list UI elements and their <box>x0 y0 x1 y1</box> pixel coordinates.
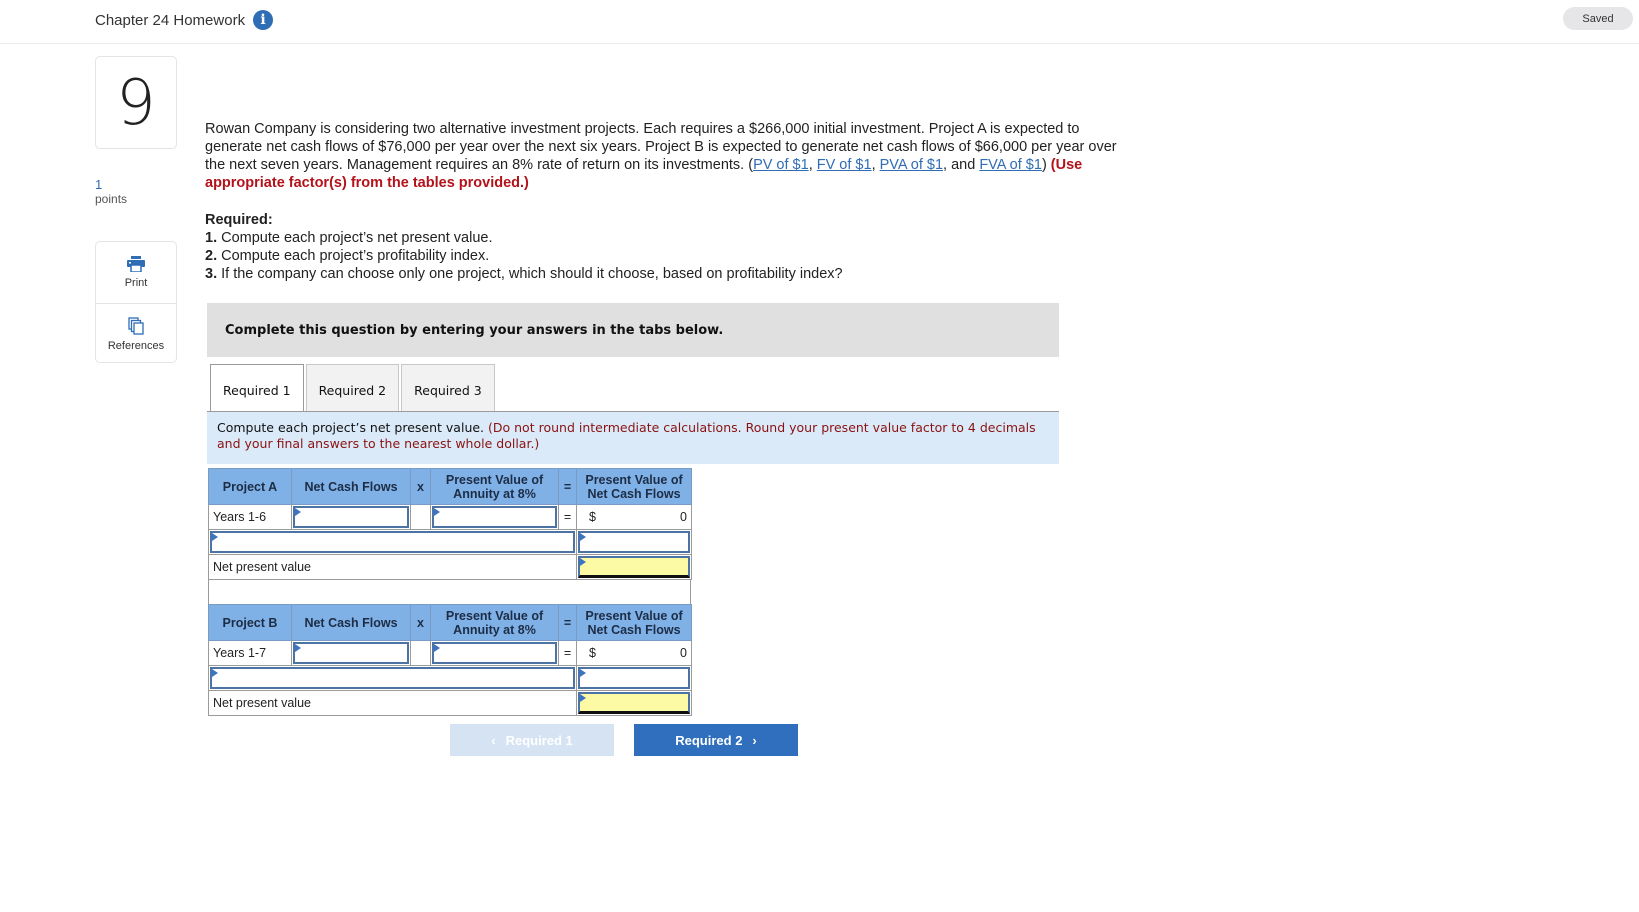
header-pv-ncf: Present Value of Net Cash Flows <box>576 604 692 641</box>
print-label: Print <box>124 277 148 289</box>
times-cell <box>410 640 431 666</box>
project-b-table: Project B Net Cash Flows x Present Value… <box>208 604 692 716</box>
separator: , and <box>943 157 980 173</box>
required-list: Required: 1. Compute each project’s net … <box>205 211 843 283</box>
extra-label-input[interactable] <box>208 529 577 555</box>
header-row: Project B Net Cash Flows x Present Value… <box>208 604 692 641</box>
currency-symbol: $ <box>589 510 596 524</box>
npv-label: Net present value <box>208 554 577 580</box>
points-label: points <box>95 192 128 206</box>
separator: ) <box>1041 157 1051 173</box>
net-cash-flows-input[interactable] <box>291 640 411 666</box>
header-times: x <box>410 468 431 505</box>
row-label: Years 1-7 <box>208 640 292 666</box>
table-row <box>208 529 692 555</box>
header-pv-annuity: Present Value of Annuity at 8% <box>430 468 559 505</box>
project-a-table: Project A Net Cash Flows x Present Value… <box>208 468 692 580</box>
currency-symbol: $ <box>589 646 596 660</box>
previous-label: Required 1 <box>505 732 573 748</box>
pva-of-1-link[interactable]: PVA of $1 <box>880 157 943 173</box>
assignment-title: Chapter 24 Homework i <box>95 10 274 30</box>
equals-sign: = <box>558 640 577 666</box>
required-item: 1. Compute each project’s net present va… <box>205 229 843 247</box>
pv-factor-input[interactable] <box>430 640 559 666</box>
extra-label-input[interactable] <box>208 665 577 691</box>
table-row: Years 1-7 = $0 <box>208 640 692 666</box>
tab-navigation: ‹ Required 1 Required 2 › <box>450 724 798 756</box>
pv-of-1-link[interactable]: PV of $1 <box>753 157 809 173</box>
table-row <box>208 665 692 691</box>
tab-directions: Compute each project’s net present value… <box>207 412 1059 464</box>
tab-required-1[interactable]: Required 1 <box>210 364 304 412</box>
header-row: Project A Net Cash Flows x Present Value… <box>208 468 692 505</box>
table-spacer <box>208 580 691 604</box>
required-item-number: 2. <box>205 248 218 264</box>
assignment-title-text: Chapter 24 Homework <box>95 11 246 29</box>
project-name: Project A <box>208 468 292 505</box>
row-label: Years 1-6 <box>208 504 292 530</box>
points-info: 1 points <box>95 177 127 207</box>
top-bar: Chapter 24 Homework i Saved <box>0 0 1639 44</box>
header-equals: = <box>558 604 577 641</box>
required-item-number: 3. <box>205 266 218 282</box>
pv-factor-input[interactable] <box>430 504 559 530</box>
pv-ncf-cell: $0 <box>576 504 692 530</box>
separator: , <box>871 157 880 173</box>
fv-of-1-link[interactable]: FV of $1 <box>817 157 872 173</box>
chevron-left-icon: ‹ <box>491 732 496 748</box>
tab-bar: Required 1 Required 2 Required 3 <box>210 364 495 412</box>
header-equals: = <box>558 468 577 505</box>
required-item: 3. If the company can choose only one pr… <box>205 265 843 283</box>
tool-panel: Print References <box>95 241 177 363</box>
next-button[interactable]: Required 2 › <box>634 724 798 756</box>
table-row: Years 1-6 = $0 <box>208 504 692 530</box>
pv-ncf-cell: $0 <box>576 640 692 666</box>
header-pv-annuity: Present Value of Annuity at 8% <box>430 604 559 641</box>
tab-required-3[interactable]: Required 3 <box>401 364 495 412</box>
directions-main: Compute each project’s net present value… <box>217 420 489 435</box>
equals-sign: = <box>558 504 577 530</box>
npv-input[interactable] <box>576 554 692 580</box>
references-label: References <box>107 339 165 352</box>
required-heading: Required: <box>205 212 273 228</box>
required-item-number: 1. <box>205 230 218 246</box>
table-row: Net present value <box>208 690 692 716</box>
fva-of-1-link[interactable]: FVA of $1 <box>979 157 1042 173</box>
required-item-text: Compute each project’s net present value… <box>217 230 493 246</box>
separator: , <box>808 157 817 173</box>
header-pv-ncf: Present Value of Net Cash Flows <box>576 468 692 505</box>
chevron-right-icon: › <box>752 732 757 748</box>
saved-status-badge: Saved <box>1563 7 1633 30</box>
next-label: Required 2 <box>675 732 743 748</box>
required-item-text: If the company can choose only one proje… <box>217 266 843 282</box>
info-icon[interactable]: i <box>253 10 274 30</box>
references-icon <box>128 316 144 335</box>
tab-required-2[interactable]: Required 2 <box>305 364 400 412</box>
npv-input[interactable] <box>576 690 692 716</box>
instruction-banner: Complete this question by entering your … <box>207 303 1059 357</box>
table-row: Net present value <box>208 554 692 580</box>
pv-ncf-value: 0 <box>680 646 687 660</box>
header-times: x <box>410 604 431 641</box>
project-name: Project B <box>208 604 292 641</box>
problem-statement: Rowan Company is considering two alterna… <box>205 120 1125 192</box>
required-item: 2. Compute each project’s profitability … <box>205 247 843 265</box>
header-net-cash-flows: Net Cash Flows <box>291 468 411 505</box>
print-button[interactable]: Print <box>96 242 176 303</box>
references-button[interactable]: References <box>96 303 176 364</box>
times-cell <box>410 504 431 530</box>
previous-button[interactable]: ‹ Required 1 <box>450 724 614 756</box>
header-net-cash-flows: Net Cash Flows <box>291 604 411 641</box>
npv-label: Net present value <box>208 690 577 716</box>
extra-value-input[interactable] <box>576 529 692 555</box>
question-number: 9 <box>95 56 177 149</box>
extra-value-input[interactable] <box>576 665 692 691</box>
points-value: 1 <box>95 177 103 192</box>
printer-icon <box>127 256 145 272</box>
net-cash-flows-input[interactable] <box>291 504 411 530</box>
required-item-text: Compute each project’s profitability ind… <box>217 248 490 264</box>
pv-ncf-value: 0 <box>680 510 687 524</box>
